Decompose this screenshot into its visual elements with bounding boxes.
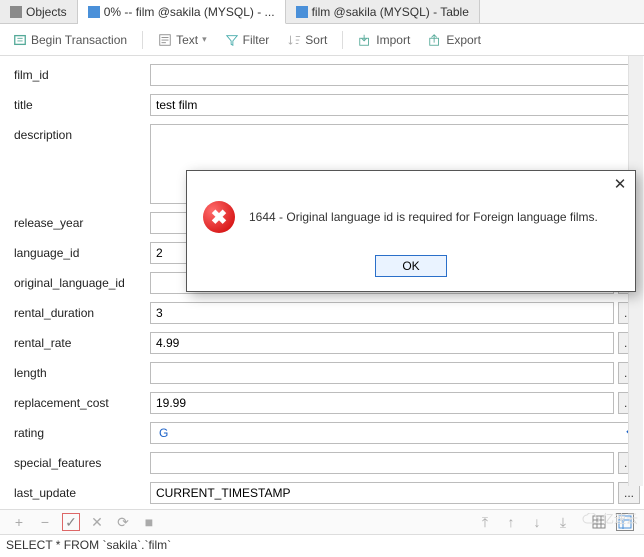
text-button[interactable]: Text ▾ bbox=[151, 29, 214, 51]
separator bbox=[142, 31, 143, 49]
label-rental-duration: rental_duration bbox=[14, 302, 150, 320]
cancel-button[interactable]: ✕ bbox=[88, 513, 106, 531]
add-row-button[interactable]: + bbox=[10, 513, 28, 531]
watermark: 亿速云 bbox=[582, 510, 638, 527]
grid-icon bbox=[296, 6, 308, 18]
sort-button[interactable]: Sort bbox=[280, 29, 334, 51]
rating-select[interactable]: G bbox=[150, 422, 640, 444]
prev-record-button[interactable]: ↑ bbox=[502, 513, 520, 531]
special-features-input[interactable] bbox=[150, 452, 614, 474]
grid-icon bbox=[88, 6, 100, 18]
cloud-icon bbox=[582, 513, 600, 525]
refresh-button[interactable]: ⟳ bbox=[114, 513, 132, 531]
label-replacement-cost: replacement_cost bbox=[14, 392, 150, 410]
label: Text bbox=[176, 33, 198, 47]
export-button[interactable]: Export bbox=[421, 29, 488, 51]
length-input[interactable] bbox=[150, 362, 614, 384]
rental-duration-input[interactable] bbox=[150, 302, 614, 324]
filter-button[interactable]: Filter bbox=[218, 29, 277, 51]
sort-icon bbox=[287, 33, 301, 47]
label: Filter bbox=[243, 33, 270, 47]
tab-label: 0% -- film @sakila (MYSQL) - ... bbox=[104, 5, 275, 19]
label-release-year: release_year bbox=[14, 212, 150, 230]
begin-transaction-button[interactable]: Begin Transaction bbox=[6, 29, 134, 51]
text-icon bbox=[158, 33, 172, 47]
next-record-button[interactable]: ↓ bbox=[528, 513, 546, 531]
label: Import bbox=[376, 33, 410, 47]
objects-icon bbox=[10, 6, 22, 18]
label-rental-rate: rental_rate bbox=[14, 332, 150, 350]
import-icon bbox=[358, 33, 372, 47]
film-id-input[interactable] bbox=[150, 64, 640, 86]
tab-film-query[interactable]: 0% -- film @sakila (MYSQL) - ... bbox=[78, 0, 286, 24]
label: Sort bbox=[305, 33, 327, 47]
first-record-button[interactable]: ⤒ bbox=[476, 513, 494, 531]
import-button[interactable]: Import bbox=[351, 29, 417, 51]
delete-row-button[interactable]: − bbox=[36, 513, 54, 531]
tab-label: Objects bbox=[26, 5, 67, 19]
bottom-toolbar: + − ✓ ✕ ⟳ ■ ⤒ ↑ ↓ ⤓ bbox=[0, 509, 644, 535]
label-rating: rating bbox=[14, 422, 150, 440]
export-icon bbox=[428, 33, 442, 47]
label-original-language-id: original_language_id bbox=[14, 272, 150, 290]
label-description: description bbox=[14, 124, 150, 142]
label-title: title bbox=[14, 94, 150, 112]
apply-button[interactable]: ✓ bbox=[62, 513, 80, 531]
tab-bar: Objects 0% -- film @sakila (MYSQL) - ...… bbox=[0, 0, 644, 24]
last-update-input[interactable] bbox=[150, 482, 614, 504]
transaction-icon bbox=[13, 33, 27, 47]
dialog-close-button[interactable]: ✕ bbox=[611, 175, 629, 193]
dialog-ok-button[interactable]: OK bbox=[375, 255, 446, 277]
tab-film-table[interactable]: film @sakila (MYSQL) - Table bbox=[286, 0, 480, 23]
replacement-cost-input[interactable] bbox=[150, 392, 614, 414]
chevron-down-icon: ▾ bbox=[202, 34, 207, 45]
separator bbox=[342, 31, 343, 49]
label-special-features: special_features bbox=[14, 452, 150, 470]
error-dialog: ✕ ✖ 1644 - Original language id is requi… bbox=[186, 170, 636, 292]
label-last-update: last_update bbox=[14, 482, 150, 500]
rental-rate-input[interactable] bbox=[150, 332, 614, 354]
tab-label: film @sakila (MYSQL) - Table bbox=[312, 5, 469, 19]
dialog-message: 1644 - Original language id is required … bbox=[249, 210, 598, 224]
label: Export bbox=[446, 33, 481, 47]
last-record-button[interactable]: ⤓ bbox=[554, 513, 572, 531]
label-language-id: language_id bbox=[14, 242, 150, 260]
tab-objects[interactable]: Objects bbox=[0, 0, 78, 23]
label-film-id: film_id bbox=[14, 64, 150, 82]
toolbar: Begin Transaction Text ▾ Filter Sort Imp… bbox=[0, 24, 644, 56]
error-icon: ✖ bbox=[203, 201, 235, 233]
title-input[interactable] bbox=[150, 94, 640, 116]
stop-button[interactable]: ■ bbox=[140, 513, 158, 531]
status-bar: SELECT * FROM `sakila`.`film` bbox=[0, 535, 644, 557]
label: Begin Transaction bbox=[31, 33, 127, 47]
label-length: length bbox=[14, 362, 150, 380]
filter-icon bbox=[225, 33, 239, 47]
